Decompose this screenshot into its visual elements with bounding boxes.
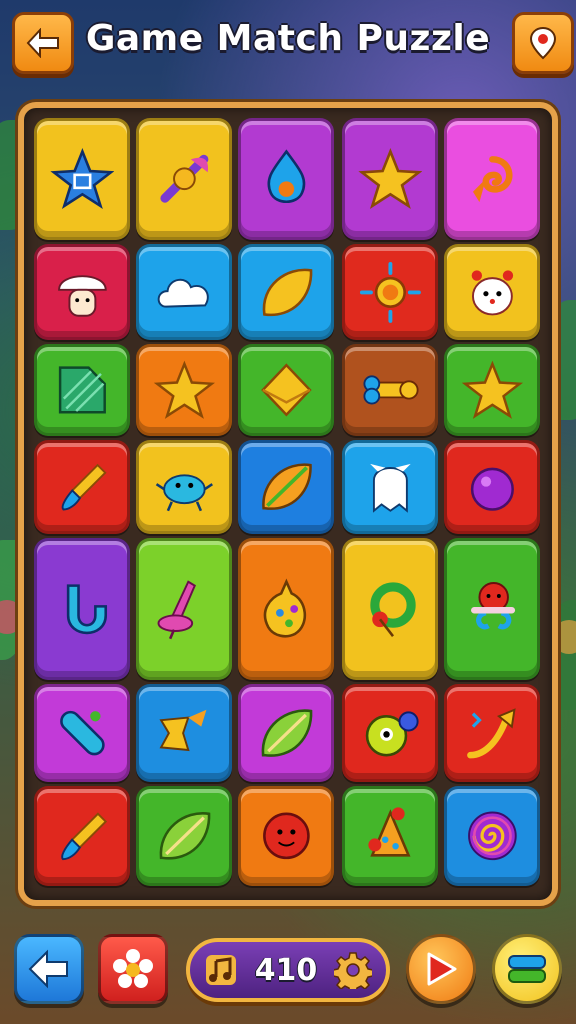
back-button[interactable] <box>12 12 74 74</box>
music-note-icon[interactable] <box>204 953 238 987</box>
flower-icon <box>113 949 153 988</box>
back-arrow-icon <box>26 28 59 58</box>
tile-bone-key[interactable] <box>342 344 438 436</box>
puzzle-board <box>18 102 558 906</box>
spinning-top-icon <box>157 580 196 640</box>
tile-gold-diamond[interactable] <box>238 344 334 436</box>
swirl-candy-icon <box>467 811 517 861</box>
tile-pink-candy-wand[interactable] <box>136 118 232 240</box>
tile-orange-leaf-pod[interactable] <box>136 786 232 886</box>
tile-blue-flame-drop[interactable] <box>238 118 334 240</box>
wreath-icon <box>369 582 416 638</box>
play-icon <box>427 952 457 986</box>
trumpet-icon <box>66 584 107 635</box>
menu-button[interactable] <box>492 934 562 1004</box>
orb-icon <box>470 467 514 512</box>
tile-green-leaf-pod[interactable] <box>238 684 334 782</box>
tile-orange-sun[interactable] <box>342 244 438 340</box>
page-title: Game Match Puzzle <box>85 18 491 59</box>
home-arrow-icon <box>28 949 68 989</box>
tile-white-ghost[interactable] <box>342 440 438 534</box>
tile-blue-star-maze[interactable] <box>34 118 130 240</box>
tile-orange-seed[interactable] <box>238 440 334 534</box>
tile-gold-star-green[interactable] <box>444 344 540 436</box>
brush-icon <box>61 464 107 511</box>
seed-icon <box>261 463 312 511</box>
swirl-icon <box>472 156 513 203</box>
balloon-icon <box>470 582 515 630</box>
map-pin-icon <box>529 26 557 60</box>
flame-drop-icon <box>267 149 305 204</box>
tile-spotted-egg-bottle[interactable] <box>238 538 334 680</box>
star-icon <box>461 360 523 419</box>
tile-pink-spinning-top[interactable] <box>136 538 232 680</box>
tile-gold-curved-arrow[interactable] <box>444 684 540 782</box>
tile-blue-crab[interactable] <box>136 440 232 534</box>
score-panel: 410 <box>186 938 390 1002</box>
tile-rainbow-swirl-candy[interactable] <box>444 786 540 886</box>
play-button[interactable] <box>406 934 476 1004</box>
gear-icon[interactable] <box>334 951 372 989</box>
tile-red-balloon-creature[interactable] <box>444 538 540 680</box>
tile-green-striped-block[interactable] <box>34 344 130 436</box>
cloud-icon <box>157 278 209 308</box>
star-icon <box>357 148 423 210</box>
tile-gold-arrow-ribbon[interactable] <box>136 684 232 782</box>
leaf-icon <box>262 268 312 316</box>
star-icon <box>153 360 215 419</box>
egg-icon <box>263 578 306 638</box>
leaf-pod-icon <box>159 812 210 860</box>
leaf-pod-icon <box>261 709 312 757</box>
tile-red-smile-ball[interactable] <box>238 786 334 886</box>
striped-icon <box>58 366 106 414</box>
tile-yellow-blob-monster[interactable] <box>342 684 438 782</box>
home-button[interactable] <box>14 934 84 1004</box>
bell-icon <box>367 807 411 857</box>
candy-wand-icon <box>160 155 208 203</box>
tile-blue-brush[interactable] <box>34 440 130 534</box>
arrow-icon <box>466 708 516 759</box>
tile-yellow-star[interactable] <box>342 118 438 240</box>
crab-icon <box>155 474 213 512</box>
tile-white-mushroom[interactable] <box>34 244 130 340</box>
tile-blue-trumpet[interactable] <box>34 538 130 680</box>
tile-orange-swirl-feather[interactable] <box>444 118 540 240</box>
sun-icon <box>359 261 421 323</box>
ribbon-icon <box>159 709 207 751</box>
tile-orange-bell-creature[interactable] <box>342 786 438 886</box>
blob-icon <box>365 711 419 757</box>
flower-button[interactable] <box>98 934 168 1004</box>
ghost-icon <box>369 464 411 514</box>
tile-blue-brush-red[interactable] <box>34 786 130 886</box>
brush-icon <box>60 812 107 861</box>
tile-purple-orb[interactable] <box>444 440 540 534</box>
blue-star-icon <box>49 148 115 210</box>
tile-leaf-wreath[interactable] <box>342 538 438 680</box>
smile-icon <box>262 812 310 860</box>
mushroom-icon <box>57 274 107 317</box>
menu-card-icon <box>508 955 546 983</box>
critter-icon <box>471 269 513 315</box>
diamond-icon <box>260 363 312 417</box>
bone-icon <box>363 375 419 405</box>
map-button[interactable] <box>512 12 574 74</box>
tile-yellow-leaf[interactable] <box>238 244 334 340</box>
tile-gold-star[interactable] <box>136 344 232 436</box>
capsule-icon <box>59 710 105 756</box>
tile-blue-bar-capsule[interactable] <box>34 684 130 782</box>
score-value: 410 <box>254 952 318 988</box>
tile-white-cloud[interactable] <box>136 244 232 340</box>
tile-white-critter[interactable] <box>444 244 540 340</box>
